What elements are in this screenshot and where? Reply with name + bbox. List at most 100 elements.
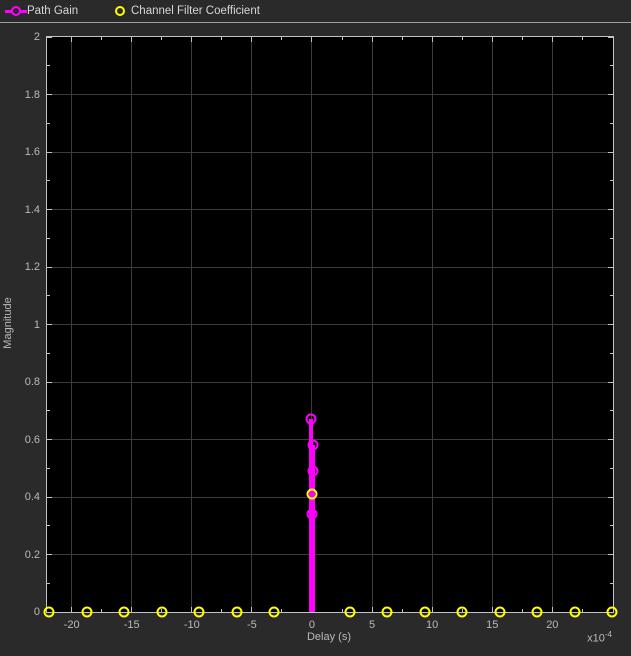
y-gridline <box>47 554 613 555</box>
channel-filter-marker <box>457 607 468 618</box>
legend: Path Gain Channel Filter Coefficient <box>0 0 631 22</box>
x-axis-tick <box>342 37 343 40</box>
y-axis-tick <box>47 410 50 411</box>
legend-item-label: Channel Filter Coefficient <box>131 5 260 17</box>
y-axis-tick <box>47 65 50 66</box>
x-axis-tick <box>582 37 583 40</box>
channel-filter-marker <box>156 607 167 618</box>
x-tick-label: 5 <box>369 619 375 631</box>
legend-item-path-gain: Path Gain <box>5 0 78 22</box>
y-axis-tick <box>608 439 613 440</box>
x-axis-tick <box>191 37 192 42</box>
y-axis-tick <box>47 37 52 38</box>
x-tick-label: -15 <box>124 619 140 631</box>
x-tick-label: 20 <box>546 619 558 631</box>
x-axis-tick <box>191 607 192 612</box>
y-tick-label: 1 <box>34 319 40 331</box>
y-axis-tick <box>608 497 613 498</box>
path-gain-stem <box>310 514 314 612</box>
x-axis-tick <box>281 37 282 40</box>
y-axis-tick <box>47 525 50 526</box>
x-axis-tick <box>131 37 132 42</box>
x-axis-tick <box>372 607 373 612</box>
channel-filter-marker <box>269 607 280 618</box>
x-axis-tick <box>221 609 222 612</box>
legend-item-label: Path Gain <box>27 5 78 17</box>
channel-filter-marker <box>344 607 355 618</box>
y-axis-tick <box>47 468 50 469</box>
x-axis-tick <box>522 609 523 612</box>
channel-filter-marker <box>44 607 55 618</box>
x-axis-tick <box>432 37 433 42</box>
path-gain-marker <box>306 509 317 520</box>
x-axis-tick <box>492 37 493 42</box>
exponent-power: -4 <box>605 630 612 639</box>
y-axis-tick <box>610 468 613 469</box>
y-axis-tick <box>47 152 52 153</box>
y-gridline <box>47 94 613 95</box>
y-gridline <box>47 267 613 268</box>
y-gridline <box>47 382 613 383</box>
x-tick-label: 0 <box>309 619 315 631</box>
y-axis-tick <box>47 267 52 268</box>
y-axis-tick <box>610 295 613 296</box>
y-axis-tick <box>610 180 613 181</box>
y-gridline <box>47 324 613 325</box>
y-tick-label: 2 <box>34 31 40 43</box>
path-gain-marker-icon <box>11 6 21 16</box>
y-axis-tick <box>610 353 613 354</box>
x-tick-label: 10 <box>426 619 438 631</box>
y-axis-tick <box>47 353 50 354</box>
y-axis-tick <box>47 324 52 325</box>
y-axis-tick <box>610 123 613 124</box>
axis-exponent-label: x10-4 <box>587 630 612 645</box>
y-axis-tick <box>47 180 50 181</box>
x-axis-tick <box>71 37 72 42</box>
channel-filter-marker <box>607 607 618 618</box>
x-axis-tick <box>101 37 102 40</box>
y-tick-label: 0.4 <box>25 491 40 503</box>
y-tick-label: 0.2 <box>25 549 40 561</box>
channel-filter-marker <box>569 607 580 618</box>
x-axis-tick <box>582 609 583 612</box>
path-gain-marker <box>305 414 316 425</box>
y-tick-label: 1.4 <box>25 204 40 216</box>
channel-filter-marker <box>494 607 505 618</box>
x-axis-tick <box>251 607 252 612</box>
path-gain-marker <box>307 466 318 477</box>
y-axis-tick <box>608 209 613 210</box>
y-axis-tick <box>47 94 52 95</box>
x-axis-tick <box>101 609 102 612</box>
y-axis-tick <box>47 295 50 296</box>
x-axis-label: Delay (s) <box>307 631 351 643</box>
x-tick-label: -20 <box>64 619 80 631</box>
y-axis-tick <box>47 554 52 555</box>
y-axis-tick <box>610 410 613 411</box>
x-axis-tick <box>552 607 553 612</box>
path-gain-marker <box>308 440 319 451</box>
y-axis-tick <box>47 439 52 440</box>
channel-filter-marker <box>231 607 242 618</box>
y-axis-tick <box>610 583 613 584</box>
y-axis-tick <box>47 209 52 210</box>
y-axis-tick <box>608 94 613 95</box>
x-axis-tick <box>522 37 523 40</box>
x-tick-label: -10 <box>184 619 200 631</box>
y-axis-label: Magnitude <box>2 297 14 348</box>
x-axis-tick <box>71 607 72 612</box>
y-axis-tick <box>608 267 613 268</box>
y-tick-label: 0.6 <box>25 434 40 446</box>
y-gridline <box>47 152 613 153</box>
y-axis-tick <box>47 123 50 124</box>
y-axis-tick <box>608 37 613 38</box>
channel-visualization-window: Path Gain Channel Filter Coefficient -20 -… <box>0 0 631 656</box>
x-tick-label: -5 <box>247 619 257 631</box>
channel-filter-marker <box>81 607 92 618</box>
y-axis-tick <box>610 65 613 66</box>
channel-filter-marker <box>306 489 317 500</box>
x-axis-tick <box>402 609 403 612</box>
legend-item-channel-filter-coefficient: Channel Filter Coefficient <box>115 0 260 22</box>
y-tick-label: 0.8 <box>25 376 40 388</box>
x-axis-tick <box>161 37 162 40</box>
y-axis-tick <box>47 497 52 498</box>
